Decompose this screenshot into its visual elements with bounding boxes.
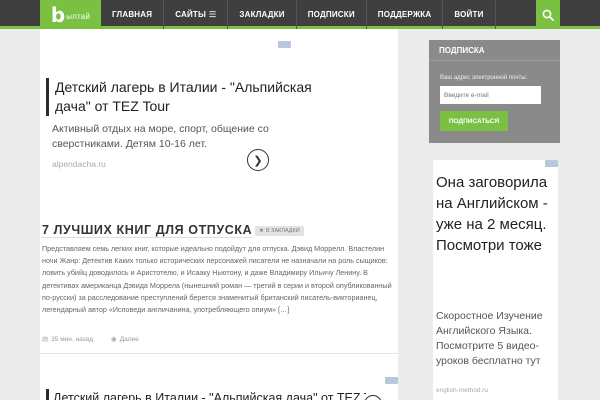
subscribe-widget: ПОДПИСКА Ваш адрес электронной почты: ПО… <box>429 40 560 143</box>
nav-item-login[interactable]: ВОЙТИ <box>443 0 496 29</box>
nav-item-subscriptions[interactable]: ПОДПИСКИ <box>297 0 367 29</box>
post-excerpt: Представляем семь легких книг, которые и… <box>42 244 392 315</box>
search-button[interactable] <box>536 0 560 29</box>
ad-url[interactable]: english-method.ru <box>436 387 488 394</box>
calendar-icon: ▤ <box>42 336 49 343</box>
nav-item-label: ЗАКЛАДКИ <box>239 10 285 19</box>
post-time-text: 35 мин. назад <box>51 336 94 343</box>
nav-item-label: ГЛАВНАЯ <box>112 10 153 19</box>
post-title[interactable]: 7 ЛУЧШИХ КНИГ ДЛЯ ОТПУСКА <box>42 223 253 238</box>
read-more-link[interactable]: ◉ Далее <box>111 335 139 343</box>
chevron-right-icon: ❯ <box>253 154 263 167</box>
nav-item-label: ПОДПИСКИ <box>307 10 355 19</box>
bookmark-label: В ЗАКЛАДКИ <box>265 228 300 234</box>
nav-item-label: ПОДДЕРЖКА <box>377 10 432 19</box>
ad-title[interactable]: Детский лагерь в Италии - "Альпийская да… <box>46 78 336 116</box>
ad-description[interactable]: Активный отдых на море, спорт, общение с… <box>52 122 332 152</box>
adchoices-icon[interactable] <box>385 377 398 384</box>
nav-item-label: ВОЙТИ <box>454 10 484 19</box>
ad-title[interactable]: Она заговорила на Английском - уже на 2 … <box>436 172 557 256</box>
ad-arrow-button[interactable]: ❯ <box>247 149 269 171</box>
nav-item-label: САЙТЫ <box>175 10 207 19</box>
eye-icon: ◉ <box>111 336 117 343</box>
ad-arrow-button[interactable] <box>364 395 382 400</box>
nav-item-home[interactable]: ГЛАВНАЯ <box>101 0 165 29</box>
post-meta: ▤ 35 мин. назад ◉ Далее <box>42 335 139 343</box>
main-content: Детский лагерь в Италии - "Альпийская да… <box>40 29 398 400</box>
nav-item-bookmarks[interactable]: ЗАКЛАДКИ <box>228 0 297 29</box>
email-label: Ваш адрес электронной почты: <box>440 75 528 81</box>
ad-title[interactable]: Детский лагерь в Италии - "Альпийская да… <box>46 389 366 400</box>
ad-description[interactable]: Скоростное Изучение Английского Языка. П… <box>436 309 557 369</box>
grid-icon: ☰ <box>209 10 217 19</box>
search-icon <box>542 9 554 21</box>
top-navbar: b ылтай ГЛАВНАЯ САЙТЫ ☰ ЗАКЛАДКИ ПОДПИСКИ… <box>0 0 600 29</box>
email-field[interactable] <box>440 86 541 104</box>
site-logo[interactable]: b ылтай <box>40 0 101 29</box>
nav-item-support[interactable]: ПОДДЕРЖКА <box>367 0 444 29</box>
logo-letter: b <box>50 2 66 27</box>
ad-url[interactable]: alpendacha.ru <box>52 159 106 169</box>
bookmark-icon: ★ <box>259 228 264 234</box>
read-more-text: Далее <box>119 336 139 343</box>
bookmark-button[interactable]: ★ В ЗАКЛАДКИ <box>255 226 304 236</box>
nav-item-sites[interactable]: САЙТЫ ☰ <box>164 0 229 29</box>
divider <box>40 353 398 354</box>
subscribe-button[interactable]: ПОДПИСАТЬСЯ <box>440 111 508 131</box>
adchoices-icon[interactable] <box>278 41 291 48</box>
post-time: ▤ 35 мин. назад <box>42 335 93 343</box>
main-nav: ГЛАВНАЯ САЙТЫ ☰ ЗАКЛАДКИ ПОДПИСКИ ПОДДЕРЖ… <box>101 0 496 29</box>
adchoices-icon[interactable] <box>545 160 558 167</box>
logo-text: ылтай <box>66 12 91 21</box>
subscribe-heading: ПОДПИСКА <box>429 40 560 61</box>
sidebar-ad: Она заговорила на Английском - уже на 2 … <box>433 160 558 400</box>
